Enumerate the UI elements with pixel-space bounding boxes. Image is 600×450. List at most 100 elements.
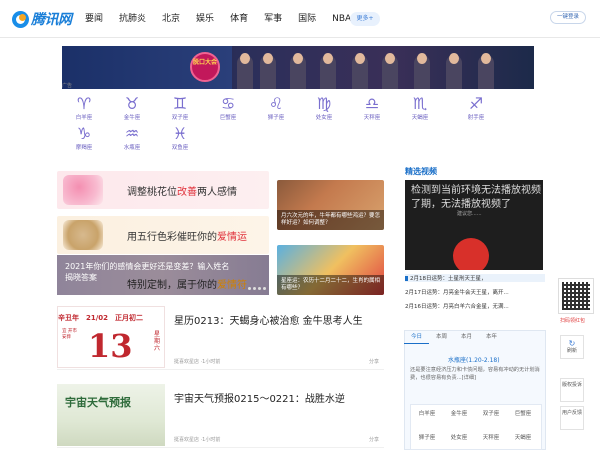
zodiac-capricorn[interactable]: ♑ 摩羯座: [64, 124, 104, 153]
share-button[interactable]: 分享: [369, 436, 379, 443]
calendar-notes: 宜 开市 安葬: [62, 329, 77, 340]
thumbnail-title: 宇宙天气预报: [65, 396, 131, 409]
nav-item[interactable]: 体育: [230, 12, 248, 26]
zodiac-libra[interactable]: ♎ 天秤座: [352, 94, 392, 123]
zodiac-cancer[interactable]: ♋ 巨蟹座: [208, 94, 248, 123]
article-title[interactable]: 宇宙天气预报0215～0221：战胜水逆: [174, 390, 345, 405]
refresh-icon: ↻: [568, 339, 576, 348]
refresh-button[interactable]: ↻ 刷新: [560, 335, 584, 359]
user-feedback-button[interactable]: 用户反馈: [560, 406, 584, 430]
sign-link[interactable]: 天蝎座: [510, 433, 536, 441]
zodiac-virgo[interactable]: ♍ 处女座: [304, 94, 344, 123]
zodiac-aries[interactable]: ♈ 白羊座: [64, 94, 104, 123]
sign-link[interactable]: 狮子座: [414, 433, 440, 441]
featured-slide[interactable]: 2021年你们的感情会更好还是变差？输入姓名 揭晓答案 特别定制，属于你的爱情符: [57, 255, 269, 295]
zodiac-aquarius[interactable]: ♒ 水瓶座: [112, 124, 152, 153]
slide-dot[interactable]: [253, 287, 256, 290]
banner-person: [446, 53, 462, 89]
slide-dot[interactable]: [248, 287, 251, 290]
zodiac-label: 金牛座: [123, 115, 141, 121]
zodiac-sagittarius[interactable]: ♐ 射手座: [456, 94, 496, 123]
video-list-item[interactable]: 2月17日运势：月亮金牛会天王星，离开...: [405, 288, 545, 296]
tab-today[interactable]: 今日: [404, 331, 429, 344]
share-button[interactable]: 分享: [369, 358, 379, 365]
sign-link[interactable]: 天秤座: [478, 433, 504, 441]
nav-item[interactable]: 军事: [264, 12, 282, 26]
card-text: 调整桃花位改善两人感情: [127, 187, 237, 198]
video-list-item[interactable]: 2月18日运势：土星刑天王星，: [405, 274, 545, 282]
refresh-label: 刷新: [566, 348, 577, 354]
ad-banner[interactable]: 脱口大会: [62, 46, 534, 89]
banner-person: [290, 53, 306, 89]
nav-item[interactable]: 抗肺炎: [119, 12, 146, 26]
zodiac-label: 白羊座: [75, 115, 93, 121]
logo-text: 腾讯网: [31, 12, 72, 28]
nav-item[interactable]: 国际: [298, 12, 316, 26]
tab-year[interactable]: 本年: [479, 331, 504, 344]
zodiac-label: 天蝎座: [411, 115, 429, 121]
article-title[interactable]: 星历0213：天蝎身心被治愈 金牛思考人生: [174, 312, 363, 327]
gemini-icon: ♊: [172, 94, 188, 113]
pisces-icon: ♓: [172, 124, 188, 143]
tab-week[interactable]: 本周: [429, 331, 454, 344]
banner-person: [478, 53, 494, 89]
top-bar: 腾讯网 要闻 抗肺炎 北京 娱乐 体育 军事 国际 NBA 更多+ 一键登录: [0, 0, 600, 38]
zodiac-gemini[interactable]: ♊ 双子座: [160, 94, 200, 123]
zodiac-label: 摩羯座: [75, 145, 93, 151]
main-nav: 要闻 抗肺炎 北京 娱乐 体育 军事 国际 NBA: [85, 12, 367, 26]
zodiac-label: 狮子座: [267, 115, 285, 121]
nav-item[interactable]: NBA: [332, 12, 351, 26]
horoscope-text: 还是要注意经济压力和卡债问题，容易有冲动的无计划消费，也很容易有负责...[详细…: [410, 367, 540, 381]
cancer-icon: ♋: [220, 94, 236, 113]
slide-dot[interactable]: [263, 287, 266, 290]
zodiac-label: 巨蟹座: [219, 115, 237, 121]
active-marker: [405, 276, 408, 281]
five-elements-image: [63, 220, 103, 250]
tab-month[interactable]: 本月: [454, 331, 479, 344]
aries-icon: ♈: [76, 94, 92, 113]
zodiac-taurus[interactable]: ♉ 金牛座: [112, 94, 152, 123]
peach-blossom-image: [63, 175, 103, 205]
more-button[interactable]: 更多+: [350, 12, 380, 26]
article-item[interactable]: 辛丑年 21/02 正月初二 宜 开市 安葬 13 星期六 星历0213：天蝎身…: [57, 302, 384, 370]
play-icon[interactable]: [453, 238, 489, 270]
copyright-complaint-button[interactable]: 版权投诉: [560, 378, 584, 402]
news-thumbnail[interactable]: 月六次元的年，牛年都有哪些鸿运？要怎样好运？如何调整？: [277, 180, 384, 230]
video-player[interactable]: 检测到当前环境无法播放视频了期，无法播放视频了 建议您......: [405, 180, 543, 270]
article-meta: 挺喜欢星店 ·1小时前: [174, 437, 221, 443]
news-thumbnail[interactable]: 星座运：农历十二月二十二，生肖的属相有哪些？: [277, 245, 384, 295]
slide-dot[interactable]: [258, 287, 261, 290]
sign-link[interactable]: 处女座: [446, 433, 472, 441]
sign-link[interactable]: 白羊座: [414, 409, 440, 417]
sign-link[interactable]: 金牛座: [446, 409, 472, 417]
current-sign[interactable]: 水瓶座(1.20-2.18): [448, 355, 500, 364]
sign-link[interactable]: 双子座: [478, 409, 504, 417]
sign-link[interactable]: 巨蟹座: [510, 409, 536, 417]
feature-card-five-elements[interactable]: 用五行色彩催旺你的爱情运: [57, 216, 269, 254]
tencent-logo[interactable]: 腾讯网: [12, 9, 72, 29]
calendar-thumbnail: 辛丑年 21/02 正月初二 宜 开市 安葬 13 星期六: [57, 306, 165, 368]
video-list-item[interactable]: 2月16日运势：月亮白羊六合金星，无满...: [405, 302, 545, 310]
calendar-weekday: 星期六: [154, 331, 161, 352]
scorpio-icon: ♏: [412, 94, 428, 113]
qr-pattern: [562, 282, 590, 310]
zodiac-leo[interactable]: ♌ 狮子座: [256, 94, 296, 123]
nav-item[interactable]: 娱乐: [196, 12, 214, 26]
banner-person: [260, 53, 276, 89]
horoscope-tabs: 今日 本周 本月 本年: [404, 331, 504, 344]
login-button[interactable]: 一键登录: [550, 11, 586, 24]
zodiac-label: 天秤座: [363, 115, 381, 121]
calendar-day: 13: [88, 327, 133, 365]
zodiac-label: 射手座: [467, 115, 485, 121]
zodiac-scorpio[interactable]: ♏ 天蝎座: [400, 94, 440, 123]
qr-code[interactable]: [558, 278, 594, 314]
logo-icon: [12, 10, 29, 28]
thumbnail-caption: 星座运：农历十二月二十二，生肖的属相有哪些？: [277, 275, 384, 295]
zodiac-pisces[interactable]: ♓ 双鱼座: [160, 124, 200, 153]
nav-item[interactable]: 北京: [162, 12, 180, 26]
nav-item[interactable]: 要闻: [85, 12, 103, 26]
banner-person: [237, 53, 253, 89]
banner-person: [320, 53, 336, 89]
feature-card-love-position[interactable]: 调整桃花位改善两人感情: [57, 171, 269, 209]
article-item[interactable]: 宇宙天气预报 宇宙天气预报0215～0221：战胜水逆 挺喜欢星店 ·1小时前 …: [57, 380, 384, 448]
